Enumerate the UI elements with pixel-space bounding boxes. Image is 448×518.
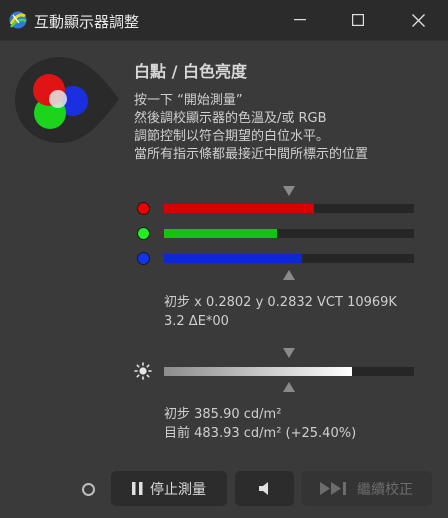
minimize-button[interactable] bbox=[271, 0, 329, 40]
title-separator bbox=[0, 40, 448, 41]
brightness-level-bar bbox=[164, 367, 414, 376]
color-readout: 初步 x 0.2802 y 0.2832 VCT 10969K 3.2 ΔE*0… bbox=[164, 293, 397, 331]
red-dot-icon bbox=[137, 202, 150, 215]
maximize-icon bbox=[352, 14, 364, 26]
brightness-current: 目前 483.93 cd/m² (+25.40%) bbox=[164, 426, 357, 441]
brightness-readout: 初步 385.90 cd/m² 目前 483.93 cd/m² (+25.40%… bbox=[164, 405, 356, 443]
instruction-line: 調節控制以符合期望的白位水平。 bbox=[134, 129, 330, 144]
brightness-target-marker-top bbox=[283, 348, 295, 358]
close-button[interactable] bbox=[389, 0, 447, 40]
continue-calibration-button[interactable]: 繼續校正 bbox=[301, 471, 432, 506]
title-bar: 互動顯示器調整 bbox=[0, 0, 448, 40]
window-title: 互動顯示器調整 bbox=[34, 13, 140, 31]
rgb-logo-icon bbox=[15, 57, 119, 143]
brightness-initial: 初步 385.90 cd/m² bbox=[164, 407, 282, 422]
rgb-target-marker-bottom bbox=[283, 270, 295, 280]
color-readout-line: 初步 x 0.2802 y 0.2832 VCT 10969K bbox=[164, 295, 397, 310]
brightness-level-fill bbox=[164, 367, 352, 376]
blue-level-bar bbox=[164, 254, 414, 263]
stop-measurement-label: 停止測量 bbox=[150, 481, 206, 498]
skip-forward-icon bbox=[320, 482, 346, 495]
brightness-icon bbox=[134, 362, 152, 380]
green-level-fill bbox=[164, 229, 277, 238]
maximize-button[interactable] bbox=[329, 0, 387, 40]
blue-level-fill bbox=[164, 254, 302, 263]
red-level-fill bbox=[164, 204, 314, 213]
color-readout-delta: 3.2 ΔE*00 bbox=[164, 314, 229, 329]
pause-icon bbox=[132, 482, 143, 495]
instruction-line: 按一下 “開始測量” bbox=[134, 93, 243, 108]
continue-calibration-label: 繼續校正 bbox=[357, 481, 413, 498]
blue-dot-icon bbox=[137, 252, 150, 265]
instruction-line: 然後調校顯示器的色溫及/或 RGB bbox=[134, 111, 327, 126]
rgb-target-marker-top bbox=[283, 186, 295, 196]
close-icon bbox=[411, 13, 425, 27]
brightness-target-marker-bottom bbox=[283, 382, 295, 392]
red-level-bar bbox=[164, 204, 414, 213]
minimize-icon bbox=[294, 19, 306, 21]
speaker-icon bbox=[259, 482, 268, 495]
instruction-line: 當所有指示條都最接近中間所標示的位置 bbox=[134, 147, 369, 162]
green-level-bar bbox=[164, 229, 414, 238]
instructions: 按一下 “開始測量” 然後調校顯示器的色溫及/或 RGB 調節控制以符合期望的白… bbox=[134, 92, 434, 164]
app-icon bbox=[9, 11, 27, 29]
green-dot-icon bbox=[137, 227, 150, 240]
section-title: 白點 / 白色亮度 bbox=[134, 62, 247, 81]
stop-measurement-button[interactable]: 停止測量 bbox=[111, 471, 227, 506]
sound-button[interactable] bbox=[235, 471, 294, 506]
status-circle-icon bbox=[82, 483, 95, 496]
